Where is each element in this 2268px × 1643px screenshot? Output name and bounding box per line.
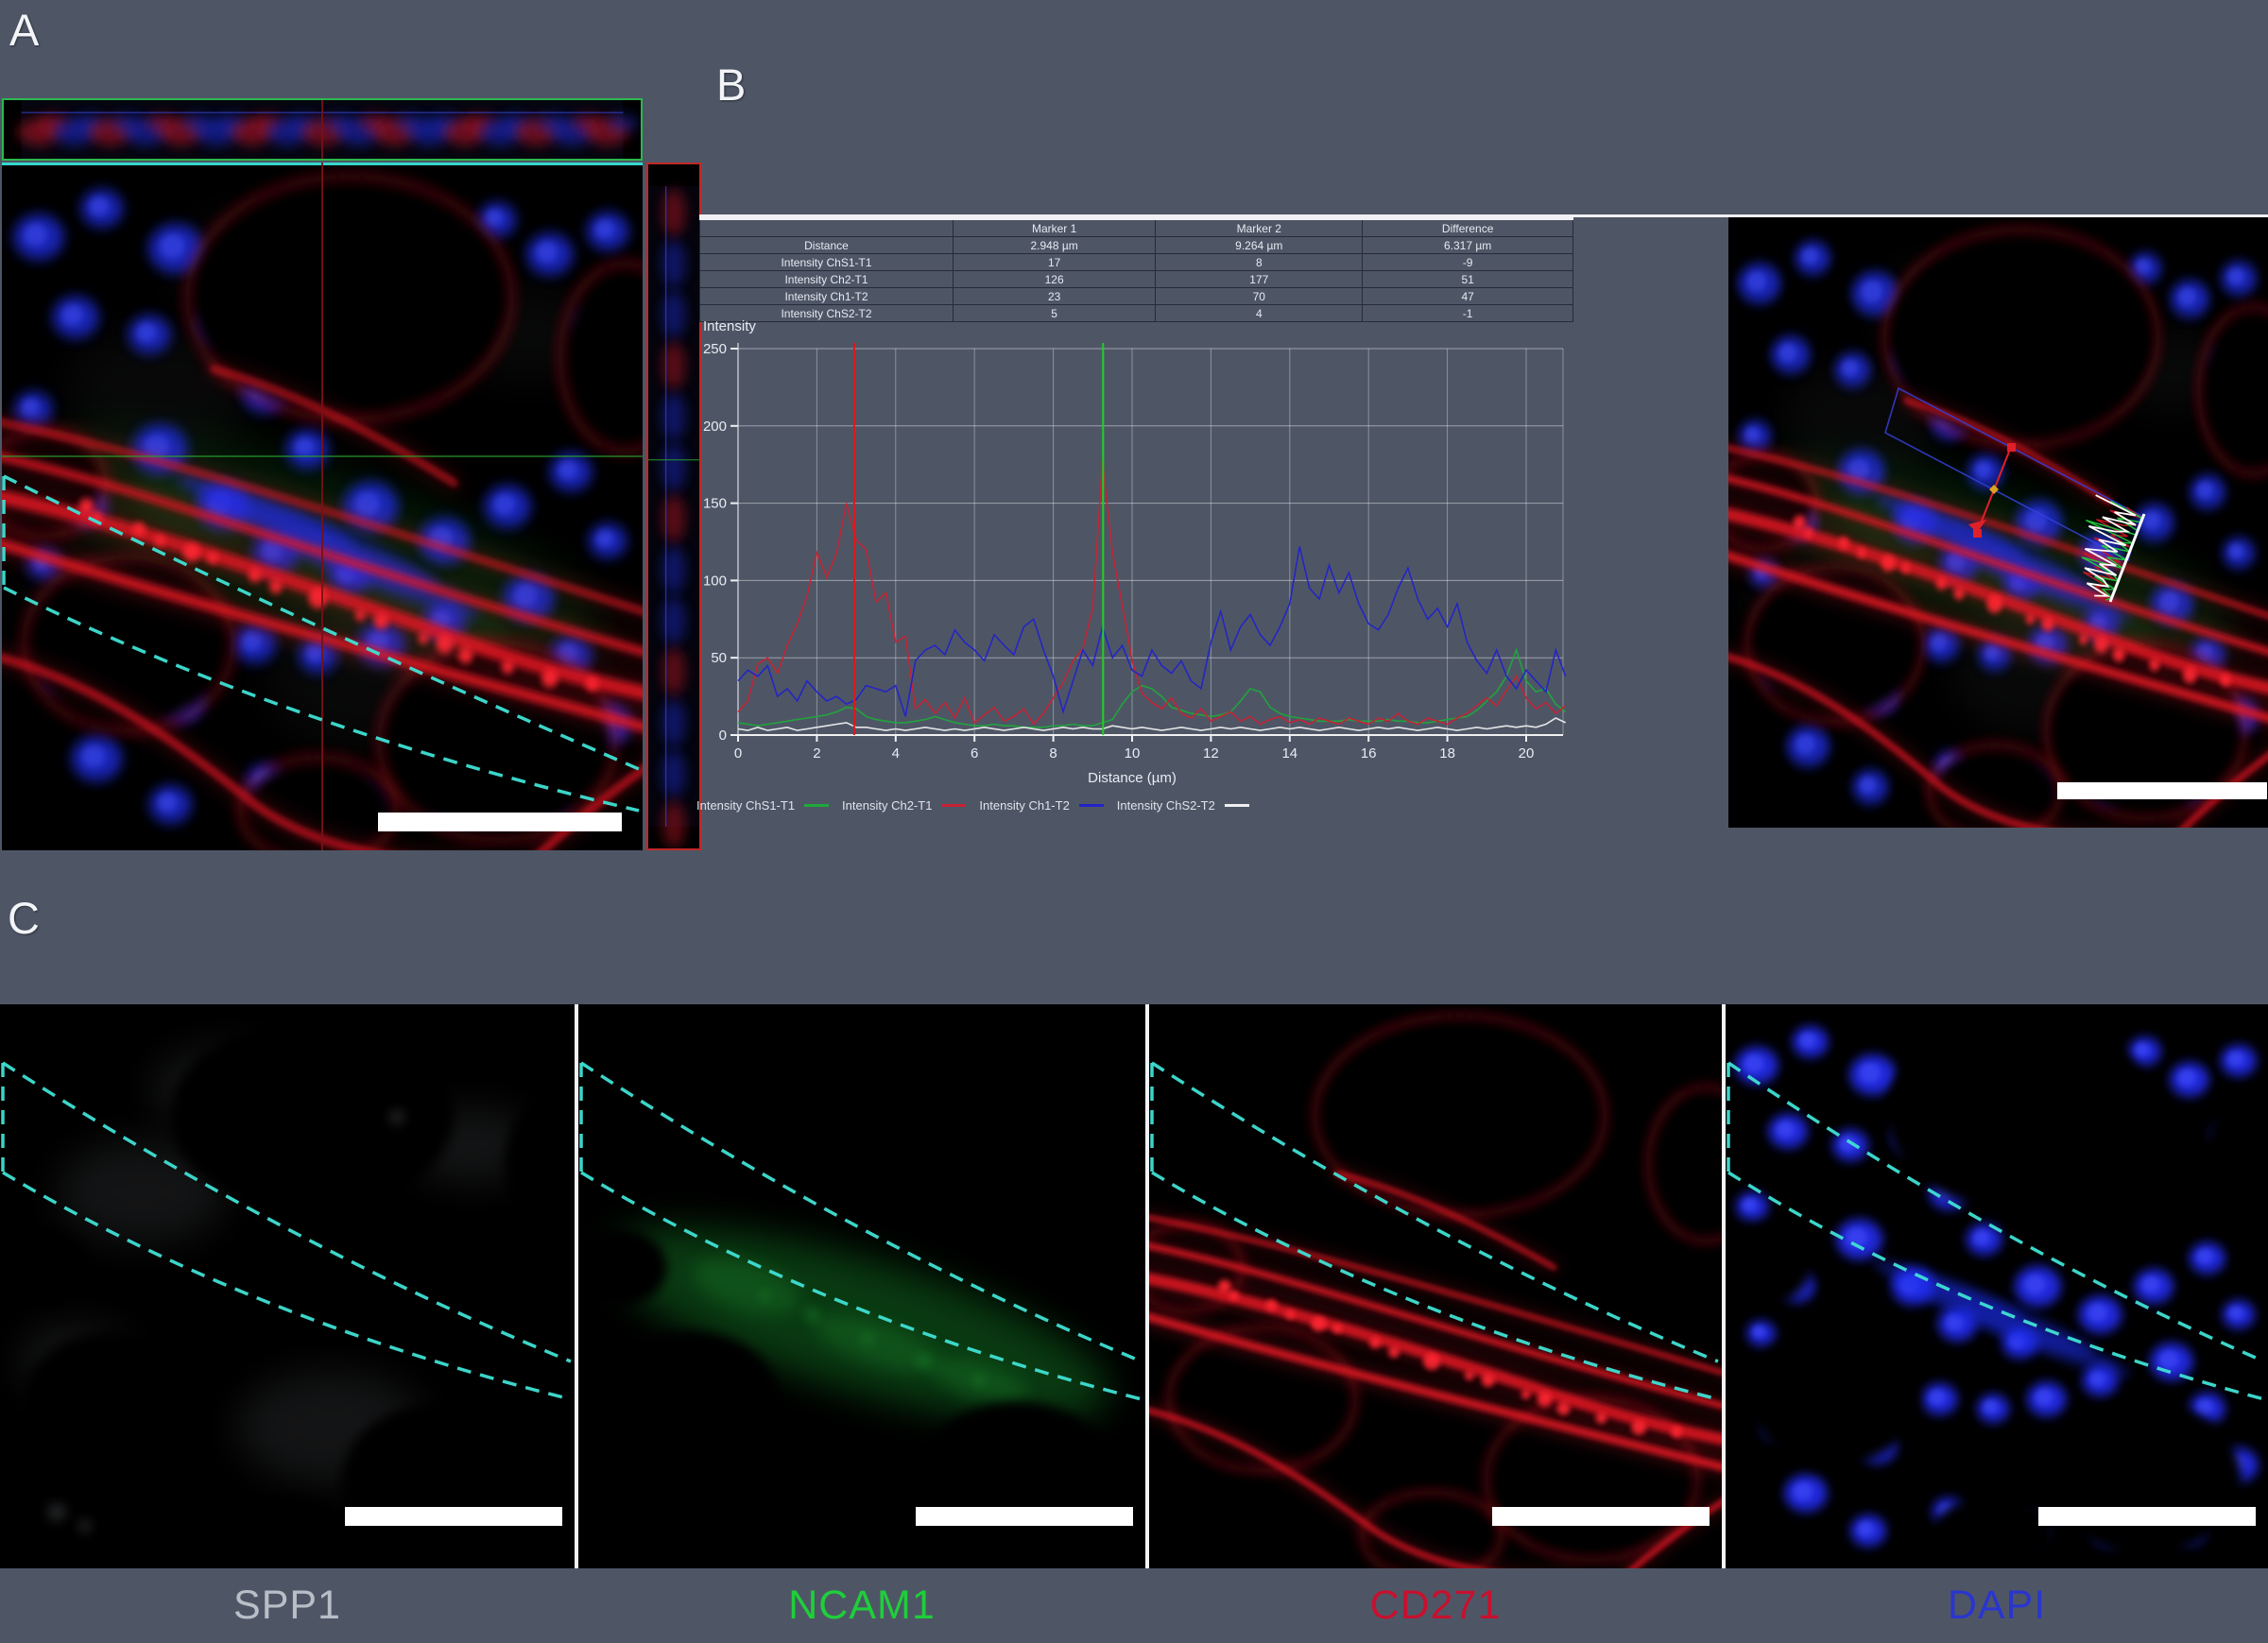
channel-image-cd271: [1149, 1004, 1722, 1568]
svg-text:4: 4: [892, 745, 900, 762]
svg-text:18: 18: [1439, 745, 1455, 762]
svg-text:200: 200: [703, 419, 727, 435]
panel-b-measurement-image: [1728, 217, 2268, 828]
panel-c-separator: [1722, 1004, 1726, 1568]
panel-c-label: C: [8, 892, 40, 944]
svg-text:8: 8: [1049, 745, 1057, 762]
table-row: Intensity Ch1-T2237047: [700, 288, 1573, 305]
table-row: Intensity Ch2-T112617751: [700, 271, 1573, 288]
marker-measurement-table: Marker 1Marker 2Difference Distance2.948…: [699, 217, 1573, 322]
channel-label-spp1: SPP1: [0, 1568, 575, 1643]
legend-item: Intensity Ch1-T2: [979, 798, 1103, 813]
svg-text:20: 20: [1519, 745, 1535, 762]
channel-label-dapi: DAPI: [1726, 1568, 2268, 1643]
legend-color-swatch: [804, 804, 829, 807]
legend-item: Intensity ChS2-T2: [1117, 798, 1249, 813]
svg-text:250: 250: [703, 341, 727, 357]
legend-item: Intensity ChS1-T1: [696, 798, 829, 813]
svg-text:50: 50: [711, 650, 727, 666]
table-col-header: Difference: [1363, 219, 1573, 237]
channel-image-ncam1: [578, 1004, 1145, 1568]
panel-c-separator: [575, 1004, 578, 1568]
panel-a-composite-image: [2, 163, 643, 850]
channel-label-cd271: CD271: [1149, 1568, 1722, 1643]
table-row: Intensity ChS1-T1178-9: [700, 254, 1573, 271]
scale-bar: [1492, 1507, 1710, 1526]
scale-bar: [378, 813, 622, 831]
svg-text:16: 16: [1361, 745, 1377, 762]
svg-text:6: 6: [971, 745, 978, 762]
table-row: Distance2.948 µm9.264 µm6.317 µm: [700, 237, 1573, 254]
channel-image-spp1: [0, 1004, 575, 1568]
scale-bar: [345, 1507, 562, 1526]
svg-text:10: 10: [1125, 745, 1141, 762]
legend-item: Intensity Ch2-T1: [842, 798, 966, 813]
svg-text:150: 150: [703, 496, 727, 512]
panel-b-label: B: [716, 59, 746, 111]
panel-a-xz-slice-image: [2, 98, 643, 161]
svg-text:12: 12: [1203, 745, 1219, 762]
svg-text:2: 2: [813, 745, 820, 762]
scale-bar: [2038, 1507, 2256, 1526]
table-col-header: Marker 2: [1156, 219, 1363, 237]
table-col-header: [700, 219, 954, 237]
svg-text:0: 0: [719, 727, 727, 744]
panel-a-label: A: [9, 4, 39, 56]
scale-bar: [916, 1507, 1133, 1526]
svg-text:Intensity: Intensity: [703, 318, 756, 334]
table-col-header: Marker 1: [953, 219, 1155, 237]
figure-page: A B C Marker 1Marker 2Difference Distanc…: [0, 0, 2268, 1643]
svg-text:14: 14: [1281, 745, 1297, 762]
intensity-profile-chart: Intensity 0 50 100 150 200 250 0 2 4 6 8 10 12 14 16 18 2…: [699, 317, 1573, 795]
intensity-profile-plot: Intensity 0 50 100 150 200 250 0 2 4 6 8 10 12 14 16 18 2…: [699, 317, 1573, 795]
panel-c-separator: [1145, 1004, 1149, 1568]
chart-legend: Intensity ChS1-T1 Intensity Ch2-T1 Intensi…: [696, 798, 1249, 813]
legend-color-swatch: [941, 804, 966, 807]
svg-text:0: 0: [734, 745, 742, 762]
svg-text:100: 100: [703, 573, 727, 589]
scale-bar: [2057, 782, 2267, 799]
table-header-row: Marker 1Marker 2Difference: [700, 219, 1573, 237]
channel-image-dapi: [1726, 1004, 2268, 1568]
svg-text:Distance (µm): Distance (µm): [1088, 770, 1177, 786]
legend-color-swatch: [1079, 804, 1104, 807]
channel-label-ncam1: NCAM1: [578, 1568, 1145, 1643]
panel-a-yz-slice-image: [646, 163, 701, 850]
legend-color-swatch: [1225, 804, 1249, 807]
